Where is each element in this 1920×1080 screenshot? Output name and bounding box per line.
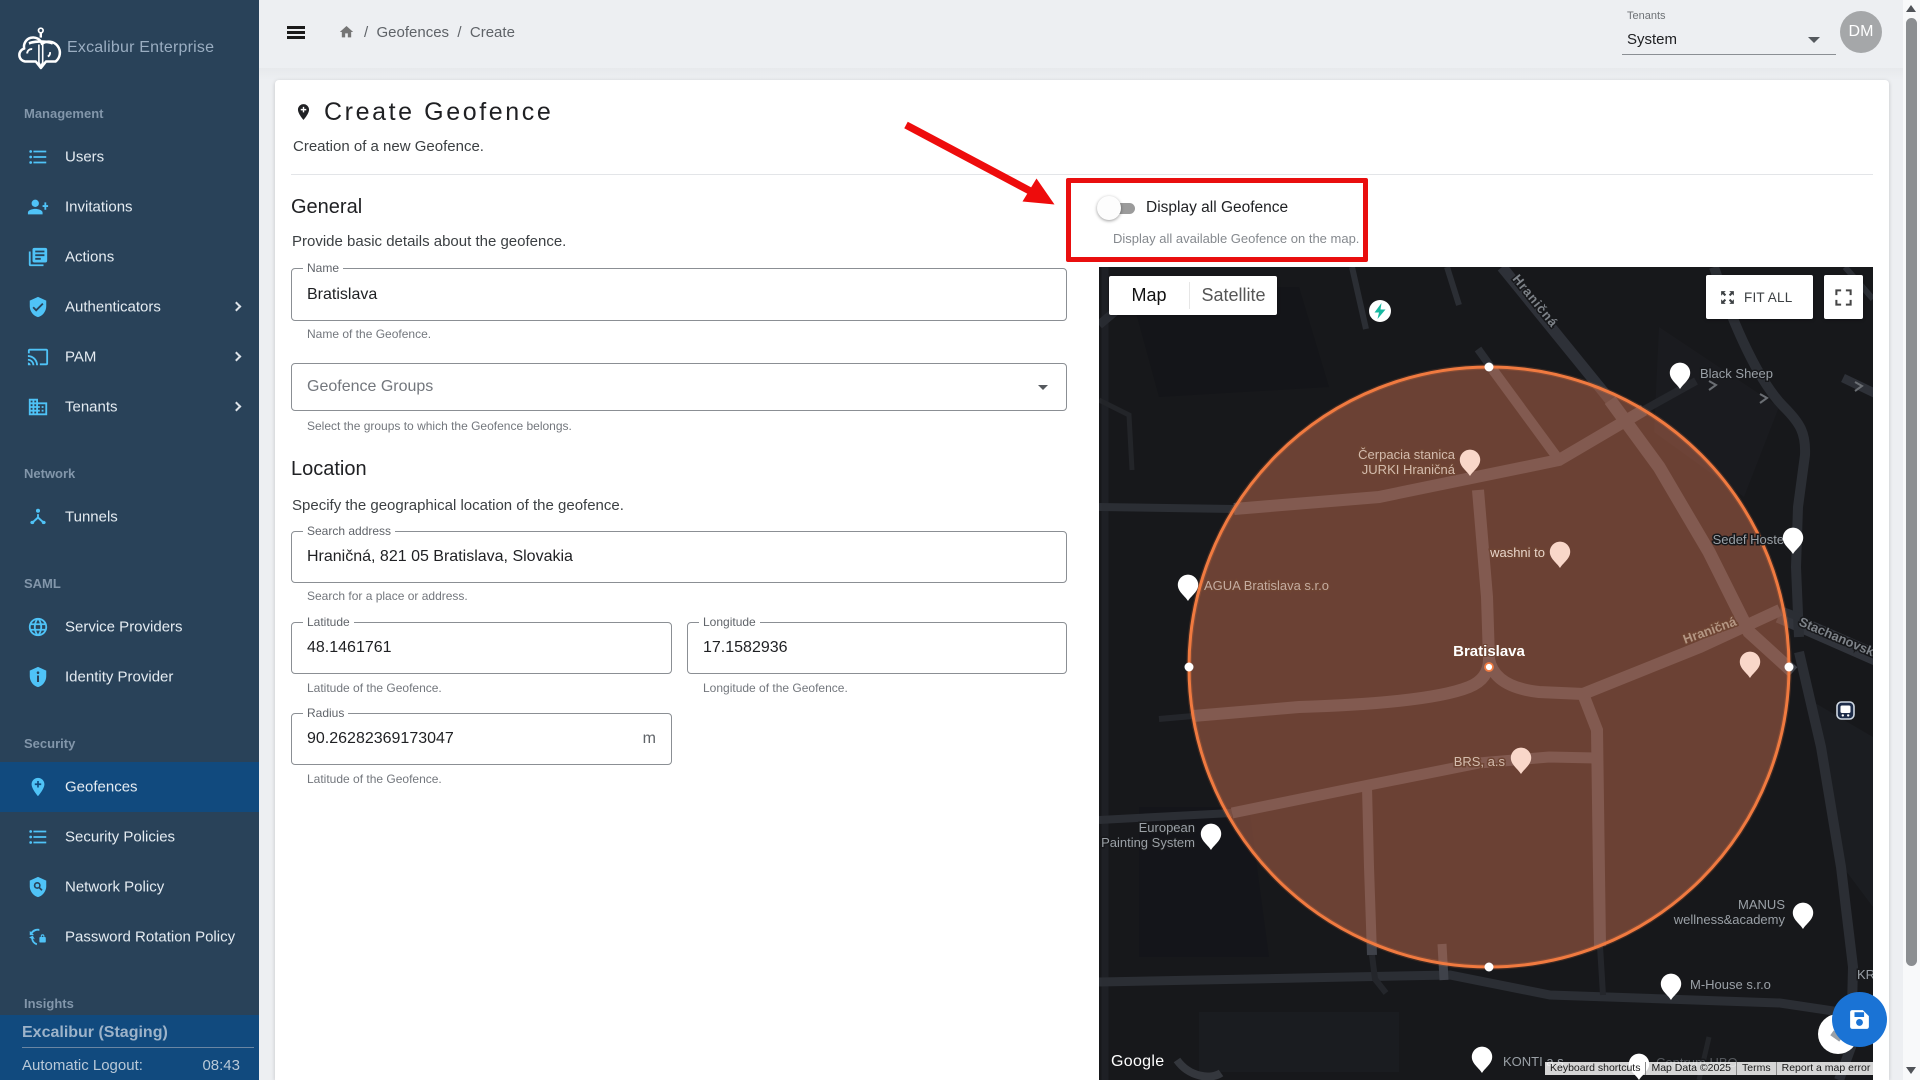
svg-text:AGUA Bratislava s.r.o: AGUA Bratislava s.r.o [1204, 578, 1329, 593]
svg-text:M-House s.r.o: M-House s.r.o [1690, 977, 1771, 992]
svg-text:Black Sheep: Black Sheep [1700, 366, 1773, 381]
svg-text:wellness&academy: wellness&academy [1673, 912, 1786, 927]
svg-text:European: European [1139, 820, 1195, 835]
svg-text:KR: KR [1857, 967, 1873, 982]
svg-text:washni to: washni to [1489, 545, 1545, 560]
svg-text:Sedef Hostel: Sedef Hostel [1713, 532, 1788, 547]
svg-text:BRS, a.s: BRS, a.s [1454, 754, 1506, 769]
svg-text:Painting System: Painting System [1101, 835, 1195, 850]
svg-text:MANUS: MANUS [1738, 897, 1785, 912]
svg-text:Bratislava: Bratislava [1453, 643, 1525, 660]
svg-text:Čerpacia stanica: Čerpacia stanica [1358, 447, 1456, 462]
svg-text:JURKI Hraničná: JURKI Hraničná [1362, 462, 1456, 477]
